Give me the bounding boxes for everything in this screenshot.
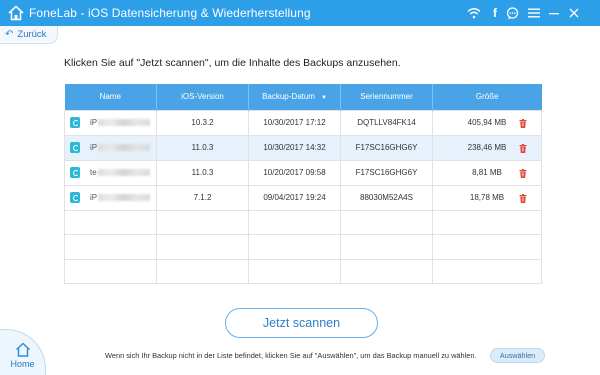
size-cell: 405,94 MB	[432, 109, 542, 136]
trash-icon[interactable]	[519, 168, 527, 178]
empty-row	[64, 258, 542, 284]
empty-cell	[64, 234, 157, 260]
table-row[interactable]: iP 7.1.2 09/04/2017 19:24 88030M52A4S 18…	[64, 184, 542, 211]
redacted-name	[98, 119, 151, 126]
size-cell: 238,46 MB	[432, 134, 542, 161]
backup-name: iP	[90, 193, 98, 202]
empty-row	[64, 209, 542, 235]
serial-number-cell: F17SC16GHG6Y	[340, 134, 433, 161]
serial-number-cell: F17SC16GHG6Y	[340, 159, 433, 186]
column-header-backup-date-label: Backup-Datum	[262, 92, 315, 102]
empty-cell	[248, 209, 341, 235]
size-value: 18,78 MB	[469, 193, 505, 202]
backup-date-cell: 09/04/2017 19:24	[248, 184, 341, 211]
back-button-label: Zurück	[17, 29, 47, 40]
column-header-serial-number[interactable]: Seriennummer	[340, 84, 433, 110]
device-icon	[70, 117, 80, 128]
empty-cell	[340, 234, 433, 260]
empty-cell	[432, 258, 542, 284]
trash-icon[interactable]	[519, 118, 527, 128]
ios-version-cell: 10.3.2	[156, 109, 249, 136]
ios-version-cell: 7.1.2	[156, 184, 249, 211]
empty-row	[64, 234, 542, 260]
empty-cell	[64, 209, 157, 235]
backup-name: iP	[90, 118, 98, 127]
serial-number-cell: DQTLLV84FK14	[340, 109, 433, 136]
column-header-name[interactable]: Name	[64, 84, 157, 110]
table-row[interactable]: te 11.0.3 10/20/2017 09:58 F17SC16GHG6Y …	[64, 159, 542, 186]
column-header-size[interactable]: Größe	[432, 84, 542, 110]
home-icon[interactable]	[7, 4, 25, 22]
empty-cell	[432, 209, 542, 235]
back-arrow-icon: ↶	[5, 29, 14, 40]
backup-date-cell: 10/20/2017 09:58	[248, 159, 341, 186]
choose-button[interactable]: Auswählen	[490, 348, 545, 363]
backup-date-cell: 10/30/2017 14:32	[248, 134, 341, 161]
ios-version-cell: 11.0.3	[156, 159, 249, 186]
empty-cell	[156, 234, 249, 260]
sort-caret-icon: ▼	[320, 95, 327, 102]
minimize-icon[interactable]	[546, 5, 562, 21]
backup-name-cell: iP	[64, 109, 157, 136]
empty-cell	[64, 258, 157, 284]
empty-cell	[340, 258, 433, 284]
back-button[interactable]: ↶ Zurück	[0, 26, 58, 44]
redacted-name	[98, 144, 151, 151]
backup-date-cell: 10/30/2017 17:12	[248, 109, 341, 136]
empty-cell	[248, 234, 341, 260]
empty-cell	[340, 209, 433, 235]
serial-number-cell: 88030M52A4S	[340, 184, 433, 211]
footer-note: Wenn sich Ihr Backup nicht in der Liste …	[105, 351, 477, 360]
home-label: Home	[10, 359, 35, 369]
window-title: FoneLab - iOS Datensicherung & Wiederher…	[29, 6, 311, 20]
size-value: 8,81 MB	[472, 168, 502, 177]
table-header-row: Name iOS-Version Backup-Datum ▼ Seriennum…	[64, 84, 542, 110]
backup-name-cell: te	[64, 159, 157, 186]
empty-cell	[156, 258, 249, 284]
device-icon	[70, 192, 80, 203]
wifi-icon[interactable]	[466, 5, 482, 21]
table-row[interactable]: iP 11.0.3 10/30/2017 14:32 F17SC16GHG6Y …	[64, 134, 542, 161]
size-value: 238,46 MB	[467, 143, 507, 152]
home-icon	[15, 342, 30, 357]
table-row[interactable]: iP 10.3.2 10/30/2017 17:12 DQTLLV84FK14 …	[64, 109, 542, 136]
menu-icon[interactable]	[526, 5, 542, 21]
empty-cell	[156, 209, 249, 235]
backup-name-cell: iP	[64, 134, 157, 161]
chat-icon[interactable]	[504, 5, 520, 21]
ios-version-cell: 11.0.3	[156, 134, 249, 161]
backup-table: Name iOS-Version Backup-Datum ▼ Seriennum…	[64, 84, 542, 284]
device-icon	[70, 142, 80, 153]
backup-name: iP	[90, 143, 98, 152]
size-cell: 8,81 MB	[432, 159, 542, 186]
size-value: 405,94 MB	[467, 118, 507, 127]
column-header-backup-date[interactable]: Backup-Datum ▼	[248, 84, 341, 110]
redacted-name	[97, 169, 150, 176]
device-icon	[70, 167, 80, 178]
home-button[interactable]: Home	[0, 329, 46, 375]
scan-now-button[interactable]: Jetzt scannen	[225, 308, 378, 338]
instruction-text: Klicken Sie auf "Jetzt scannen", um die …	[64, 57, 401, 69]
size-cell: 18,78 MB	[432, 184, 542, 211]
backup-name: te	[90, 168, 97, 177]
close-icon[interactable]	[566, 5, 582, 21]
title-bar: FoneLab - iOS Datensicherung & Wiederher…	[0, 0, 600, 26]
facebook-icon[interactable]: f	[487, 5, 503, 21]
redacted-name	[98, 194, 151, 201]
empty-cell	[248, 258, 341, 284]
backup-name-cell: iP	[64, 184, 157, 211]
trash-icon[interactable]	[519, 193, 527, 203]
empty-cell	[432, 234, 542, 260]
trash-icon[interactable]	[519, 143, 527, 153]
column-header-ios-version[interactable]: iOS-Version	[156, 84, 249, 110]
